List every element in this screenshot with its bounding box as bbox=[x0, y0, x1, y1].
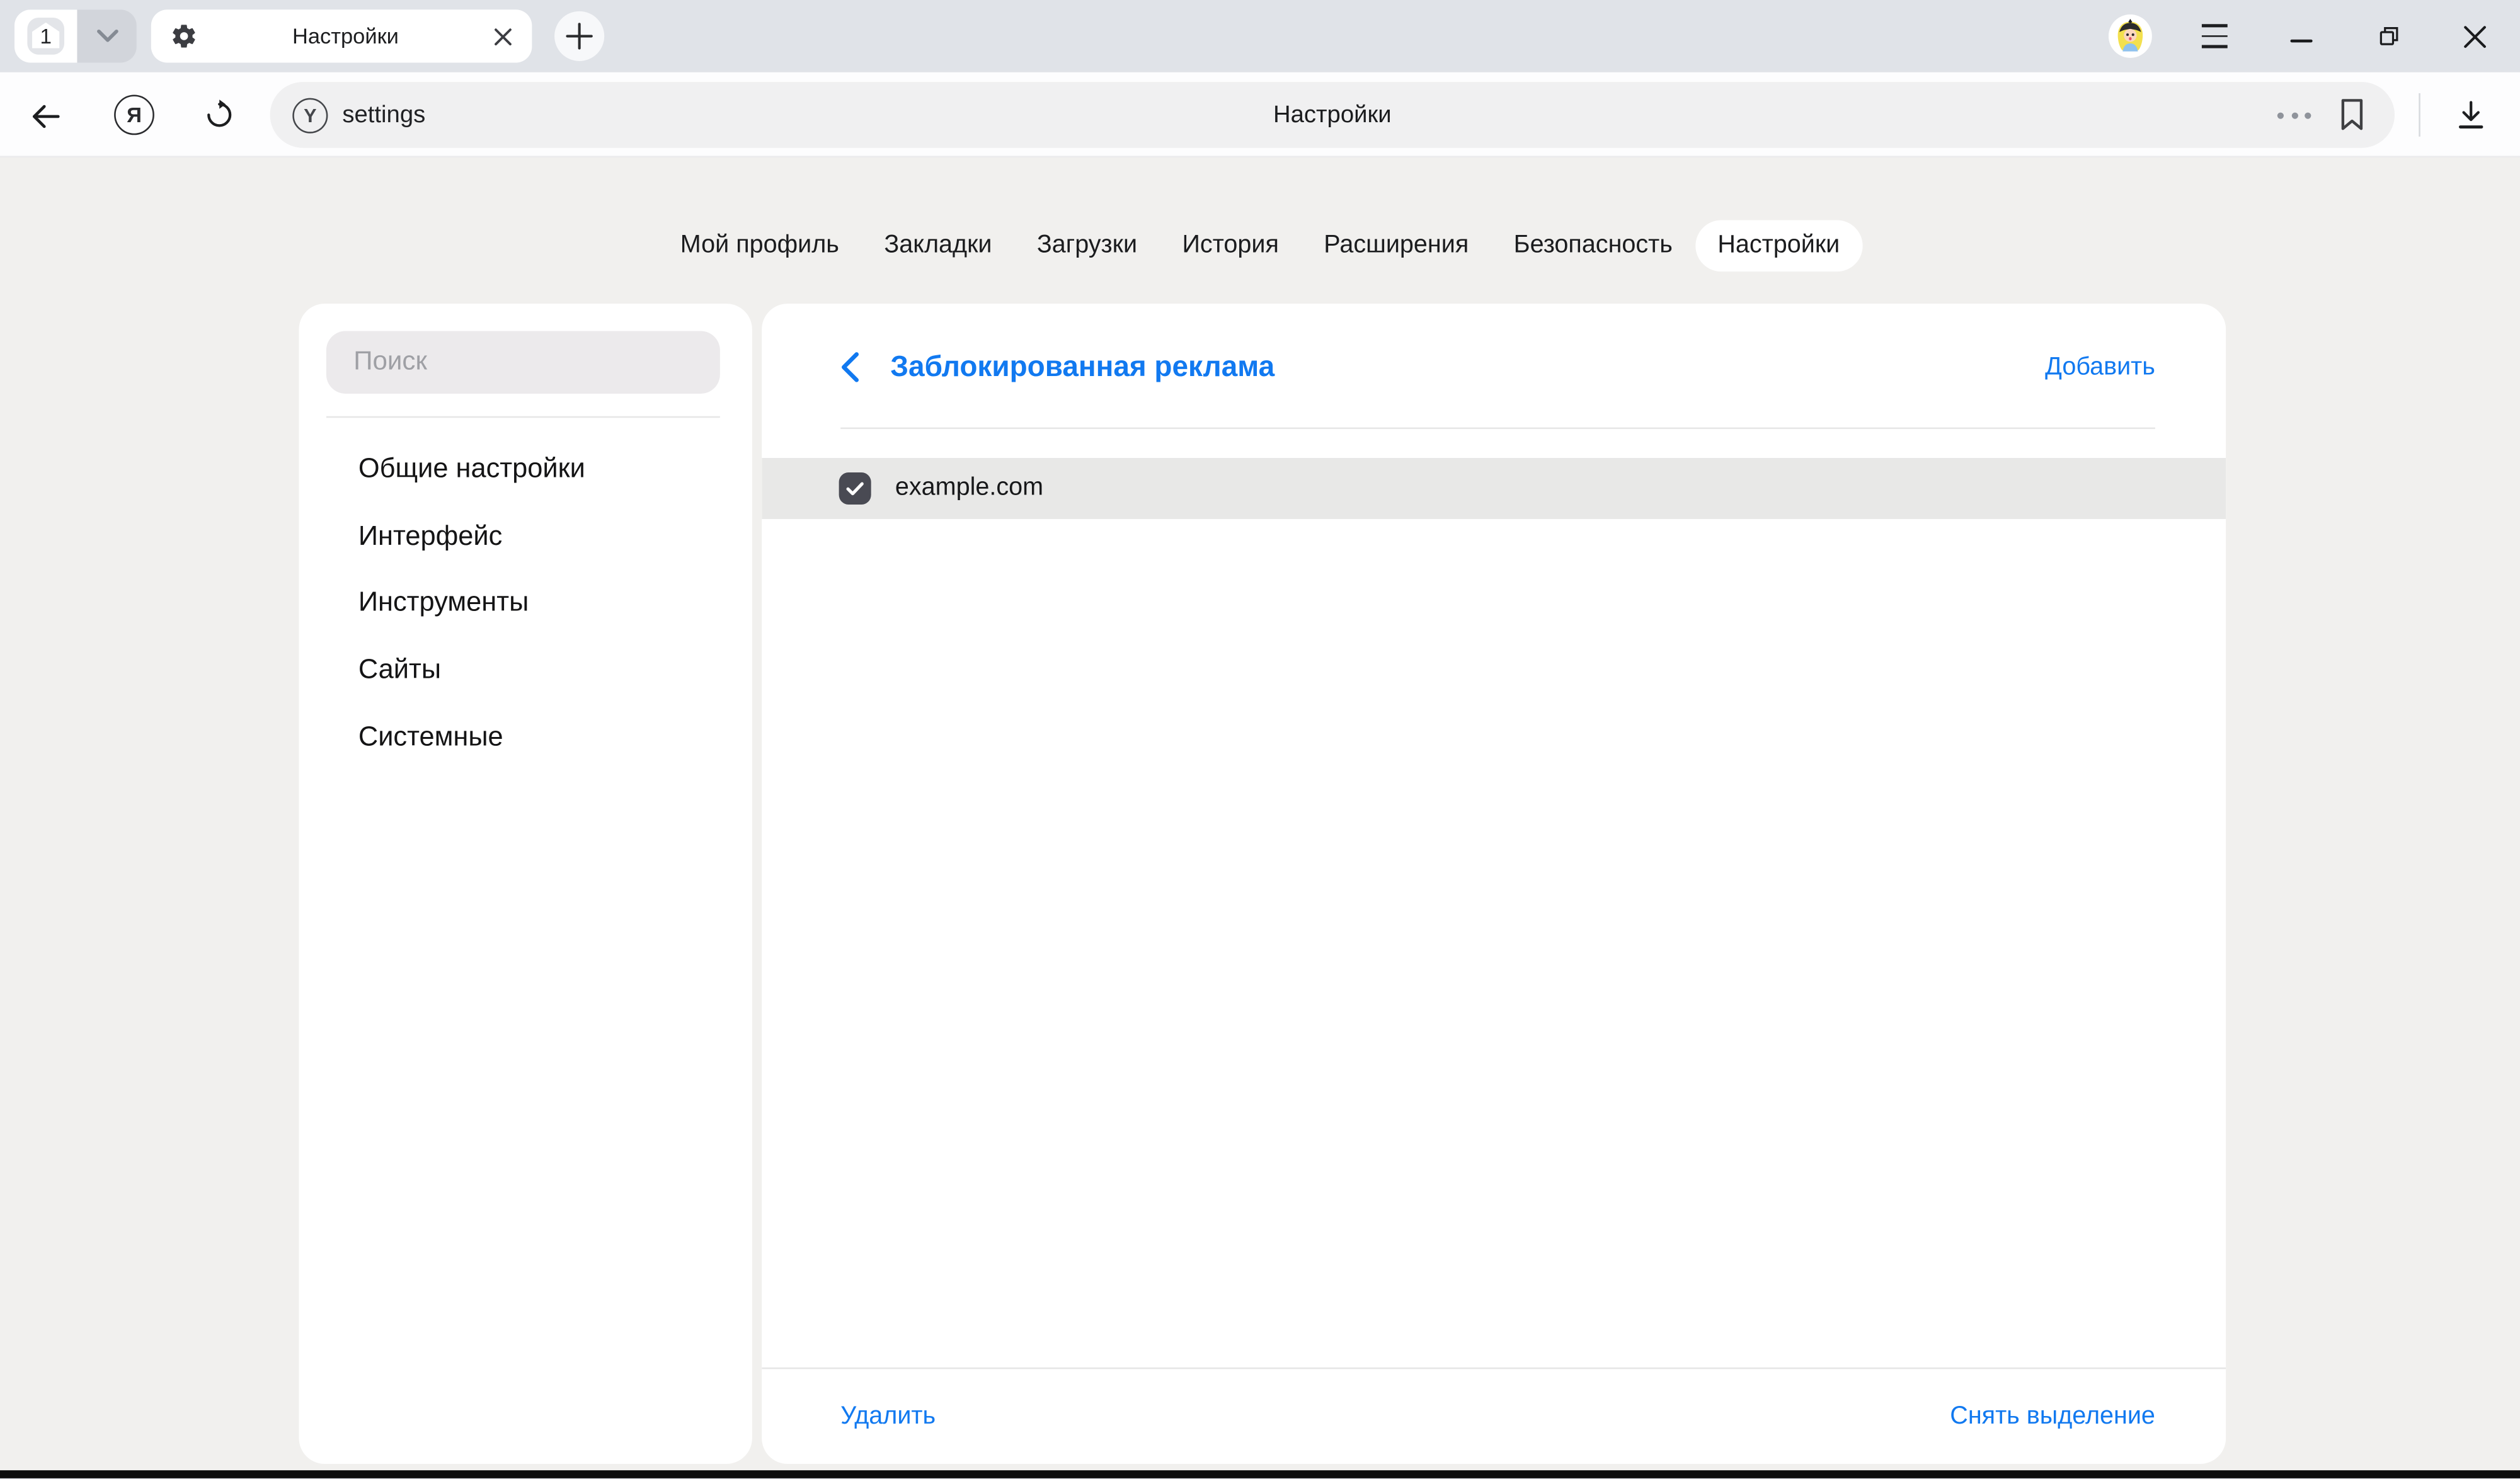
browser-menu-button[interactable] bbox=[2197, 20, 2232, 54]
deselect-button[interactable]: Снять выделение bbox=[1950, 1402, 2155, 1431]
download-icon bbox=[2453, 98, 2487, 134]
domain-label: example.com bbox=[895, 474, 1043, 503]
plus-icon bbox=[566, 23, 593, 50]
delete-button[interactable]: Удалить bbox=[840, 1402, 936, 1431]
sidebar-item-system[interactable]: Системные bbox=[358, 704, 726, 770]
reload-button[interactable] bbox=[201, 96, 238, 134]
back-button[interactable] bbox=[26, 96, 64, 135]
blocked-ads-panel: Заблокированная реклама Добавить example… bbox=[762, 304, 2226, 1464]
sidebar-list: Общие настройки Интерфейс Инструменты Са… bbox=[358, 435, 726, 770]
new-tab-button[interactable] bbox=[554, 11, 604, 61]
back-arrow-icon bbox=[26, 97, 64, 134]
close-button[interactable] bbox=[2458, 20, 2493, 54]
tab-stack-icon: 1 bbox=[27, 18, 64, 55]
settings-page: Мой профиль Закладки Загрузки История Ра… bbox=[0, 157, 2520, 1478]
nav-tab-security[interactable]: Безопасность bbox=[1491, 220, 1695, 271]
nav-tab-history[interactable]: История bbox=[1160, 220, 1302, 271]
header-divider bbox=[840, 428, 2155, 430]
add-button[interactable]: Добавить bbox=[2045, 353, 2155, 382]
url-text[interactable]: settings bbox=[342, 101, 425, 128]
browser-toolbar: Я Настройки Y settings bbox=[0, 72, 2520, 157]
address-bar-page-title: Настройки bbox=[270, 101, 2395, 128]
downloads-button[interactable] bbox=[2451, 96, 2489, 135]
page-title: Заблокированная реклама bbox=[890, 350, 1274, 384]
browser-titlebar: 1 Настройки bbox=[0, 0, 2520, 72]
restore-icon bbox=[2376, 24, 2400, 48]
address-bar[interactable]: Настройки Y settings bbox=[270, 82, 2395, 148]
close-icon bbox=[2464, 25, 2487, 48]
reload-icon bbox=[202, 98, 236, 132]
menu-icon bbox=[2202, 25, 2228, 47]
minimize-icon bbox=[2290, 25, 2313, 48]
toolbar-divider bbox=[2419, 93, 2420, 137]
tab-close-icon[interactable] bbox=[493, 26, 513, 46]
sidebar-divider bbox=[326, 416, 720, 418]
tab-list-dropdown-button[interactable] bbox=[77, 9, 136, 62]
blocked-domain-row[interactable]: example.com bbox=[762, 458, 2226, 519]
nav-tab-bookmarks[interactable]: Закладки bbox=[862, 220, 1015, 271]
sidebar-item-general[interactable]: Общие настройки bbox=[358, 435, 726, 502]
tab-counter: 1 bbox=[14, 9, 137, 62]
minimize-button[interactable] bbox=[2284, 20, 2319, 54]
more-dots-icon[interactable] bbox=[2277, 111, 2311, 118]
browser-window: 1 Настройки bbox=[0, 0, 2520, 1479]
avatar[interactable] bbox=[2109, 14, 2152, 58]
panel-header: Заблокированная реклама Добавить bbox=[840, 345, 2155, 389]
nav-tab-profile[interactable]: Мой профиль bbox=[658, 220, 862, 271]
tab-title: Настройки bbox=[198, 24, 493, 48]
tab-counter-button[interactable]: 1 bbox=[14, 9, 77, 62]
sidebar-item-interface[interactable]: Интерфейс bbox=[358, 503, 726, 569]
restore-button[interactable] bbox=[2371, 20, 2406, 54]
bookmark-icon[interactable] bbox=[2337, 98, 2367, 132]
nav-tab-settings[interactable]: Настройки bbox=[1695, 220, 1862, 271]
nav-tab-downloads[interactable]: Загрузки bbox=[1014, 220, 1160, 271]
settings-nav-tabs: Мой профиль Закладки Загрузки История Ра… bbox=[0, 220, 2520, 271]
gear-icon bbox=[170, 23, 197, 50]
row-checkbox[interactable] bbox=[839, 472, 871, 505]
panel-footer: Удалить Снять выделение bbox=[762, 1368, 2226, 1464]
back-to-settings-button[interactable] bbox=[840, 350, 863, 385]
check-icon bbox=[844, 477, 866, 500]
search-input[interactable] bbox=[326, 331, 720, 394]
sidebar-item-tools[interactable]: Инструменты bbox=[358, 569, 726, 636]
window-bottom-bar bbox=[0, 1470, 2520, 1477]
browser-tab-settings[interactable]: Настройки bbox=[151, 9, 532, 62]
tab-count: 1 bbox=[40, 26, 51, 47]
nav-tab-extensions[interactable]: Расширения bbox=[1302, 220, 1491, 271]
yandex-logo[interactable]: Я bbox=[114, 95, 154, 135]
chevron-down-icon bbox=[96, 29, 118, 43]
settings-sidebar: Общие настройки Интерфейс Инструменты Са… bbox=[299, 304, 752, 1464]
sidebar-item-sites[interactable]: Сайты bbox=[358, 636, 726, 703]
chevron-left-icon bbox=[840, 352, 860, 382]
